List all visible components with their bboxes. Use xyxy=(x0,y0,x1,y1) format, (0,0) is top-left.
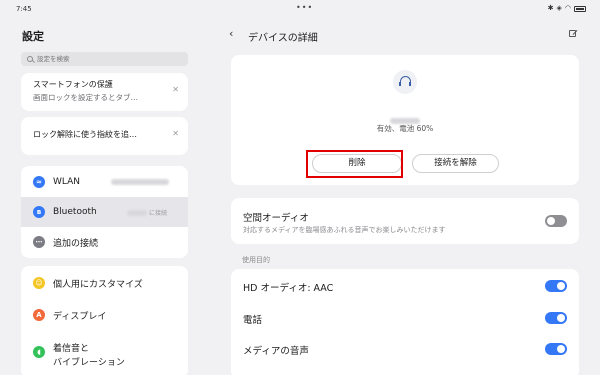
device-status: 有効、電池 60% xyxy=(376,124,434,133)
connections-card: ≈ WLAN ʙ Bluetooth に接続 ⋯ 追加の接続 xyxy=(21,166,188,258)
settings-title: 設定 xyxy=(22,30,44,43)
sidebar-item-personalize[interactable]: ☺ 個人用にカスタマイズ xyxy=(21,268,188,298)
sidebar-item-label: Bluetooth xyxy=(53,207,97,217)
sidebar-item-display[interactable]: A ディスプレイ xyxy=(21,300,188,330)
bluetooth-icon: ʙ xyxy=(33,206,45,218)
sidebar-item-label: 着信音と xyxy=(53,344,90,354)
window-dots[interactable]: ••• xyxy=(296,3,313,12)
usage-row-media[interactable]: メディアの音声 xyxy=(231,333,579,364)
search-bar[interactable] xyxy=(21,52,188,66)
nfc-icon: ◈ xyxy=(556,4,562,12)
close-icon[interactable]: ✕ xyxy=(172,129,179,138)
usage-card: HD オーディオ: AAC 電話 メディアの音声 xyxy=(231,269,579,375)
wifi-icon: ◠ xyxy=(564,4,571,12)
edit-icon[interactable] xyxy=(569,30,576,37)
spatial-audio-title: 空間オーディオ xyxy=(243,213,309,224)
wlan-network-name xyxy=(111,179,169,186)
tip-card-protection[interactable]: スマートフォンの保護 画面ロックを設定するとタブ… ✕ xyxy=(21,73,188,111)
status-icons: ✱ ◈ ◠ xyxy=(548,4,586,13)
personalization-card: ☺ 個人用にカスタマイズ A ディスプレイ ◖ 着信音と バイブレーション xyxy=(21,266,188,375)
usage-row-hd-audio[interactable]: HD オーディオ: AAC xyxy=(231,270,579,301)
close-icon[interactable]: ✕ xyxy=(172,85,179,94)
wifi-icon: ≈ xyxy=(33,176,45,188)
status-time: 7:45 xyxy=(16,5,32,13)
more-connections-icon: ⋯ xyxy=(33,236,45,248)
sidebar-item-bluetooth[interactable]: ʙ Bluetooth に接続 xyxy=(21,197,188,227)
page-title: デバイスの詳細 xyxy=(248,33,318,44)
tip-title: ロック解除に使う指紋を追… xyxy=(33,130,137,139)
silent-icon: ✱ xyxy=(547,4,554,12)
disconnect-button[interactable]: 接続を解除 xyxy=(412,154,499,173)
display-icon: A xyxy=(33,309,45,321)
spatial-audio-card[interactable]: 空間オーディオ 対応するメディアを臨場感あふれる音声でお楽しみいただけます xyxy=(231,198,579,244)
spatial-audio-toggle[interactable] xyxy=(545,215,567,227)
spatial-audio-description: 対応するメディアを臨場感あふれる音声でお楽しみいただけます xyxy=(243,226,446,234)
media-audio-toggle[interactable] xyxy=(545,343,567,355)
usage-section-label: 使用目的 xyxy=(242,256,270,264)
delete-button[interactable]: 削除 xyxy=(312,154,402,173)
hd-audio-toggle[interactable] xyxy=(545,280,567,292)
tip-title: スマートフォンの保護 xyxy=(33,80,113,89)
battery-icon xyxy=(574,5,586,12)
personalize-icon: ☺ xyxy=(33,277,45,289)
sidebar-item-wlan[interactable]: ≈ WLAN xyxy=(21,167,188,197)
sidebar-item-sound[interactable]: ◖ 着信音と バイブレーション xyxy=(21,336,188,375)
tip-subtitle: 画面ロックを設定するとタブ… xyxy=(33,93,138,102)
sound-icon: ◖ xyxy=(33,346,45,358)
tip-card-fingerprint[interactable]: ロック解除に使う指紋を追… ✕ xyxy=(21,117,188,155)
usage-label: メディアの音声 xyxy=(243,346,309,357)
sidebar-item-label: 追加の接続 xyxy=(53,238,99,249)
search-icon xyxy=(27,56,33,62)
headphones-icon xyxy=(393,70,417,94)
phone-audio-toggle[interactable] xyxy=(545,312,567,324)
back-icon[interactable]: ‹ xyxy=(229,27,233,40)
usage-label: HD オーディオ: AAC xyxy=(243,283,334,294)
sidebar-item-label: ディスプレイ xyxy=(53,311,107,322)
sidebar-item-label: WLAN xyxy=(53,177,81,187)
status-bar: 7:45 ••• ✱ ◈ ◠ xyxy=(0,0,600,18)
search-input[interactable] xyxy=(37,55,177,63)
sidebar-item-more-connections[interactable]: ⋯ 追加の接続 xyxy=(21,227,188,257)
device-card: 有効、電池 60% 削除 接続を解除 xyxy=(231,55,579,185)
sidebar-item-label-2: バイブレーション xyxy=(53,358,125,368)
usage-label: 電話 xyxy=(243,315,263,326)
bluetooth-connected-device: に接続 xyxy=(127,208,167,217)
sidebar-item-label: 個人用にカスタマイズ xyxy=(53,279,143,290)
usage-row-phone[interactable]: 電話 xyxy=(231,302,579,333)
